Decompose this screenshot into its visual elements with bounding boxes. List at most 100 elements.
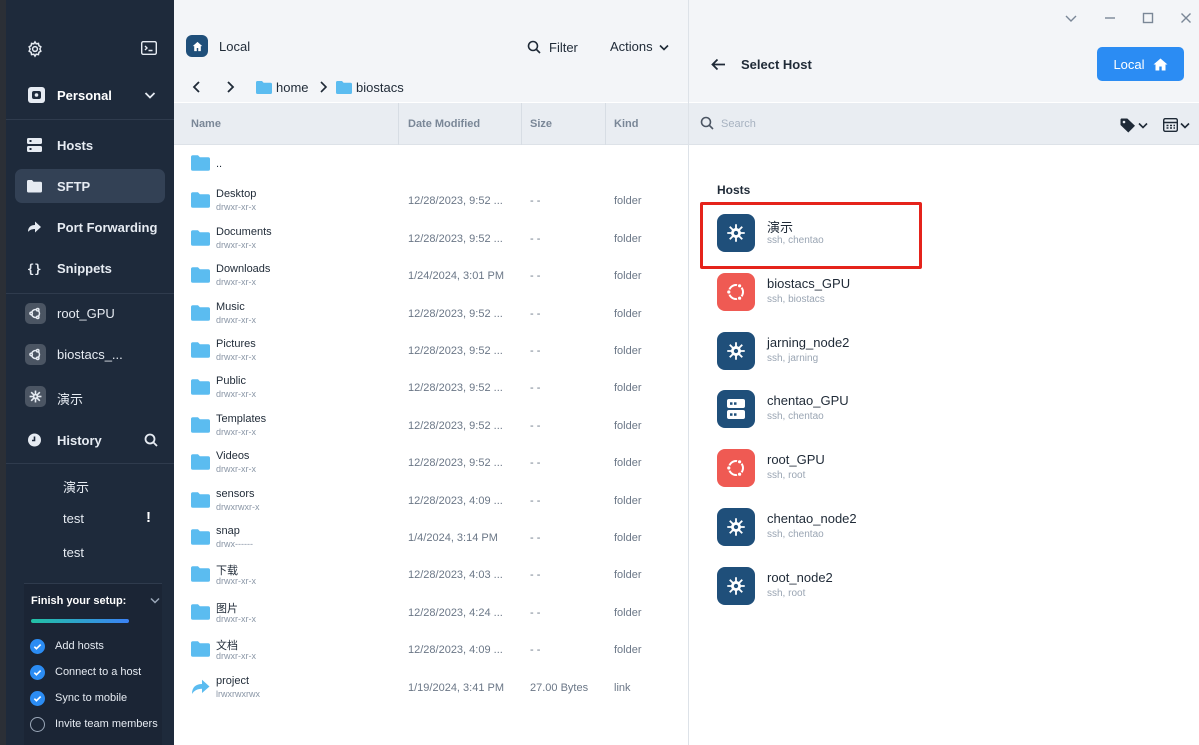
host-item[interactable]: chentao_GPU ssh, chentao	[717, 390, 947, 430]
history-entry[interactable]: test	[63, 545, 84, 560]
host-item[interactable]: biostacs_GPU ssh, biostacs	[717, 272, 947, 313]
pane-title[interactable]: Local	[219, 39, 250, 54]
file-row[interactable]: ..	[174, 145, 688, 182]
gear-host-icon	[717, 508, 755, 546]
sidebar-item-hosts[interactable]: Hosts	[15, 128, 165, 162]
vault-selector[interactable]: Personal	[6, 78, 174, 112]
file-name: Videos	[216, 450, 250, 463]
file-size: - -	[530, 307, 541, 320]
filter-button[interactable]: Filter	[527, 38, 578, 56]
minimize-icon[interactable]	[1103, 11, 1117, 25]
setup-item-add-hosts[interactable]: Add hosts	[30, 637, 104, 655]
folder-icon	[191, 454, 210, 470]
folder-icon	[191, 229, 210, 246]
host-name: chentao_GPU	[767, 393, 849, 409]
file-row[interactable]: Desktop drwxr-xr-x 12/28/2023, 9:52 ... - -…	[174, 182, 688, 219]
sidebar-host-label: root_GPU	[57, 306, 115, 321]
column-kind[interactable]: Kind	[614, 118, 638, 130]
file-row[interactable]: 文档 drwxr-xr-x 12/28/2023, 4:09 ... - - folde…	[174, 631, 688, 668]
breadcrumb-home[interactable]: home	[256, 79, 309, 95]
column-date-modified[interactable]: Date Modified	[408, 118, 480, 130]
setup-item-sync[interactable]: Sync to mobile	[30, 689, 127, 707]
ubuntu-icon	[717, 272, 755, 311]
forward-chevron-icon[interactable]	[224, 80, 236, 94]
file-date-modified: 1/24/2024, 3:01 PM	[408, 270, 505, 283]
file-row[interactable]: Pictures drwxr-xr-x 12/28/2023, 9:52 ... - …	[174, 332, 688, 369]
back-chevron-icon[interactable]	[191, 80, 203, 94]
file-row[interactable]: Downloads drwxr-xr-x 1/24/2024, 3:01 PM - -…	[174, 257, 688, 294]
gear-host-icon	[717, 214, 755, 252]
chevron-down-icon[interactable]	[150, 595, 160, 605]
file-permissions: drwxr-xr-x	[216, 464, 256, 475]
file-size: - -	[530, 195, 541, 208]
file-kind: folder	[614, 307, 642, 320]
sidebar-item-sftp[interactable]: SFTP	[15, 169, 165, 203]
sidebar-host-root-gpu[interactable]: root_GPU	[15, 296, 165, 330]
host-item[interactable]: 演示 ssh, chentao	[717, 214, 947, 254]
host-search-input[interactable]	[721, 114, 1101, 134]
column-size[interactable]: Size	[530, 118, 552, 130]
collapse-chevron-icon[interactable]	[1064, 11, 1078, 25]
symlink-icon	[191, 679, 210, 695]
host-item[interactable]: root_node2 ssh, root	[717, 566, 947, 607]
history-entry[interactable]: test	[63, 511, 84, 526]
folder-icon	[191, 641, 210, 657]
file-row[interactable]: 图片 drwxr-xr-x 12/28/2023, 4:24 ... - - folde…	[174, 594, 688, 631]
file-row[interactable]: sensors drwxrwxr-x 12/28/2023, 4:09 ... - -…	[174, 482, 688, 519]
file-kind: folder	[614, 644, 642, 657]
file-row[interactable]: 下载 drwxr-xr-x 12/28/2023, 4:03 ... - - folde…	[174, 556, 688, 593]
history-entry[interactable]: 演示	[63, 477, 89, 496]
sidebar-item-port-forwarding[interactable]: Port Forwarding	[15, 210, 165, 244]
host-name: biostacs_GPU	[767, 275, 851, 291]
vault-icon	[28, 87, 45, 103]
sidebar-item-snippets[interactable]: {} Snippets	[15, 251, 165, 285]
folder-icon	[191, 267, 210, 283]
file-permissions: drwxr-xr-x	[216, 352, 256, 362]
folder-icon	[191, 603, 210, 620]
sidebar-panel: Personal Hosts SFTP Port Forwarding {} S…	[6, 0, 174, 745]
sidebar-toolbar	[6, 0, 174, 78]
host-item[interactable]: chentao_node2 ssh, chentao	[717, 508, 947, 548]
chevron-down-icon	[1138, 122, 1148, 129]
file-name: Downloads	[216, 263, 271, 276]
setup-item-invite[interactable]: Invite team members	[30, 715, 158, 733]
column-divider[interactable]	[398, 103, 399, 145]
search-icon[interactable]	[144, 433, 158, 447]
file-permissions: drwxr-xr-x	[216, 314, 256, 325]
view-mode-button[interactable]	[1163, 117, 1193, 133]
file-permissions: drwxr-xr-x	[216, 613, 256, 624]
file-row[interactable]: Public drwxr-xr-x 12/28/2023, 9:52 ... - - f…	[174, 369, 688, 406]
local-button[interactable]: Local	[1097, 47, 1184, 81]
file-kind: folder	[614, 457, 642, 470]
file-row[interactable]: Documents drwxr-xr-x 12/28/2023, 9:52 ... -…	[174, 220, 688, 257]
snippets-icon: {}	[27, 262, 41, 275]
host-item[interactable]: root_GPU ssh, root	[717, 449, 947, 489]
file-name: snap	[216, 525, 240, 537]
sidebar-host-yanshi[interactable]: 演示	[15, 379, 165, 413]
column-name[interactable]: Name	[191, 118, 221, 130]
file-name: Desktop	[216, 188, 257, 201]
tag-filter-button[interactable]	[1120, 117, 1150, 133]
file-row[interactable]: Music drwxr-xr-x 12/28/2023, 9:52 ... - - fo…	[174, 295, 688, 332]
file-row[interactable]: Templates drwxr-xr-x 12/28/2023, 9:52 ... -…	[174, 407, 688, 444]
ubuntu-icon	[717, 449, 755, 488]
file-row[interactable]: Videos drwxr-xr-x 12/28/2023, 9:52 ... - - f…	[174, 444, 688, 481]
sidebar-item-history[interactable]: History	[15, 423, 165, 457]
back-arrow-icon[interactable]	[711, 58, 726, 71]
actions-menu-button[interactable]: Actions	[610, 39, 669, 54]
breadcrumb-biostacs[interactable]: biostacs	[336, 79, 404, 95]
file-name: project	[216, 674, 250, 687]
file-row[interactable]: snap drwx------ 1/4/2024, 3:14 PM - - folder	[174, 519, 688, 556]
column-divider[interactable]	[605, 103, 606, 145]
close-icon[interactable]	[1179, 11, 1193, 25]
column-divider[interactable]	[521, 103, 522, 145]
check-icon	[30, 664, 45, 680]
file-row[interactable]: project lrwxrwxrwx 1/19/2024, 3:41 PM 27.00…	[174, 669, 688, 706]
setup-item-connect[interactable]: Connect to a host	[30, 663, 141, 681]
maximize-icon[interactable]	[1141, 11, 1155, 25]
sidebar-host-biostacs[interactable]: biostacs_...	[15, 337, 165, 371]
terminal-icon[interactable]	[141, 41, 157, 55]
host-item[interactable]: jarning_node2 ssh, jarning	[717, 331, 947, 372]
file-name: Documents	[216, 225, 272, 238]
settings-gear-icon[interactable]	[26, 40, 44, 58]
